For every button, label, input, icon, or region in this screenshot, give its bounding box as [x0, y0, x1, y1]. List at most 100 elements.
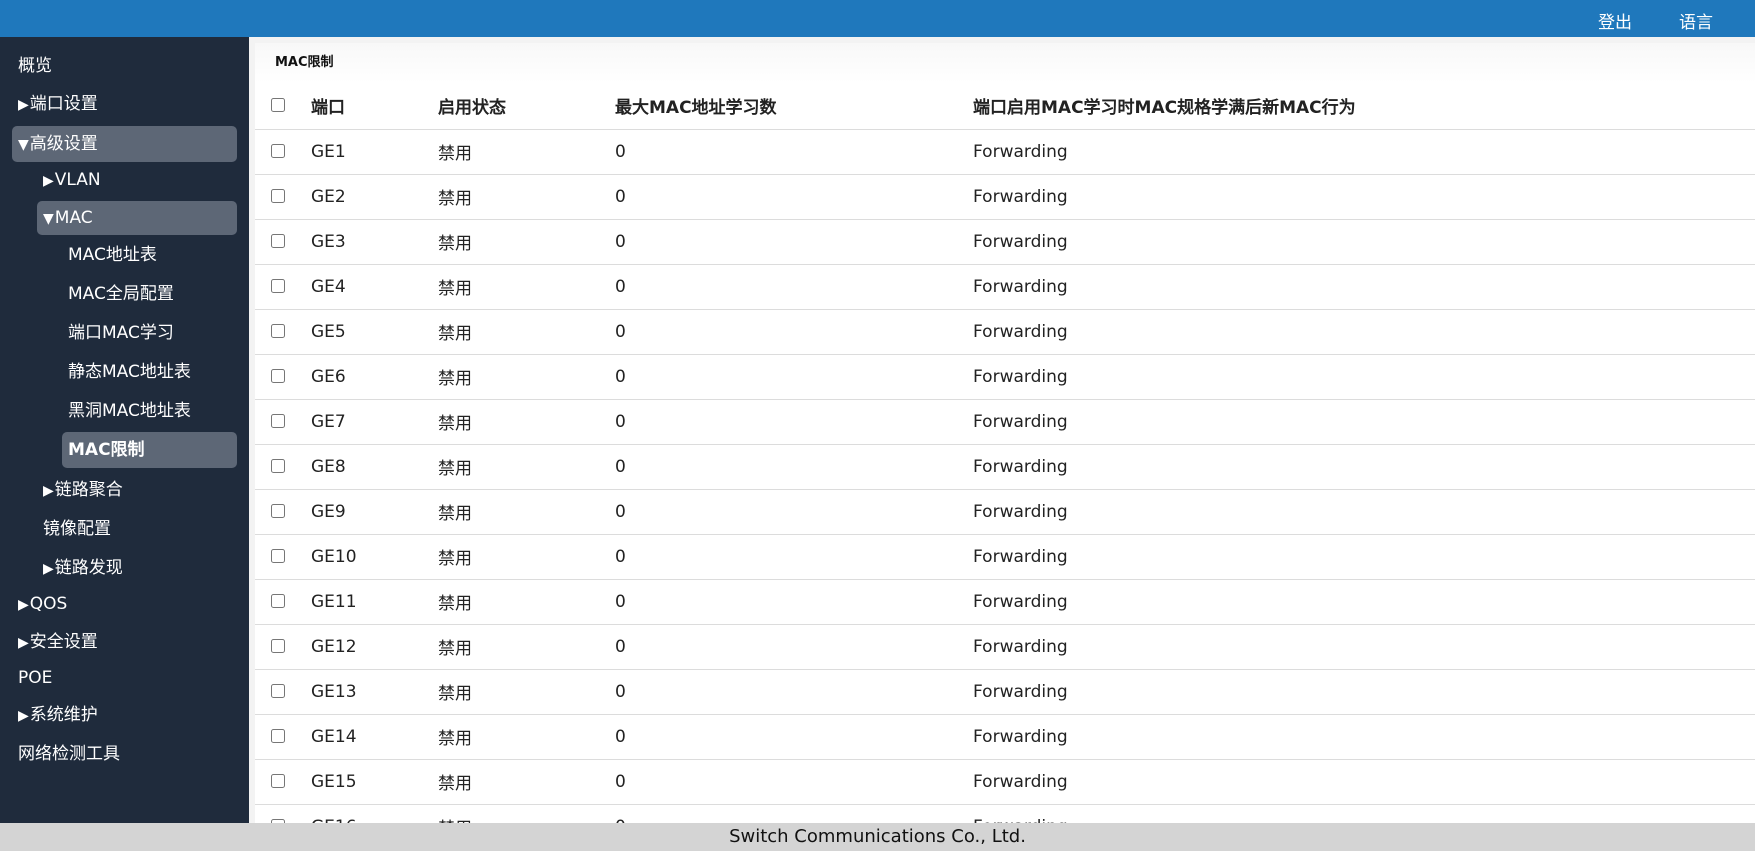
table-row[interactable]: GE9 禁用 0 Forwarding: [255, 489, 1755, 534]
cell-action: Forwarding: [973, 366, 1068, 387]
nav-overview[interactable]: 概览: [18, 48, 238, 84]
nav-network-tools[interactable]: 网络检测工具: [18, 736, 238, 772]
cell-port: GE2: [311, 186, 346, 207]
cell-action: Forwarding: [973, 231, 1068, 252]
row-checkbox[interactable]: [271, 413, 285, 428]
cell-max-mac: 0: [615, 321, 626, 342]
language-link[interactable]: 语言: [1679, 8, 1713, 33]
nav-security-settings[interactable]: ▶安全设置: [18, 624, 238, 660]
table-row[interactable]: GE10 禁用 0 Forwarding: [255, 534, 1755, 579]
cell-state: 禁用: [438, 594, 472, 614]
table-row[interactable]: GE4 禁用 0 Forwarding: [255, 264, 1755, 309]
nav-system-maintenance[interactable]: ▶系统维护: [18, 697, 238, 733]
cell-max-mac: 0: [615, 546, 626, 567]
table-row[interactable]: GE11 禁用 0 Forwarding: [255, 579, 1755, 624]
cell-port: GE10: [311, 546, 357, 567]
cell-port: GE9: [311, 501, 346, 522]
nav-static-mac-table[interactable]: 静态MAC地址表: [68, 354, 238, 390]
nav-system-maintenance-label: 系统维护: [29, 705, 98, 725]
table-row[interactable]: GE6 禁用 0 Forwarding: [255, 354, 1755, 399]
nav-vlan-label: VLAN: [54, 170, 101, 190]
nav-mac[interactable]: ▼MAC: [37, 201, 237, 235]
nav-mac-address-table[interactable]: MAC地址表: [68, 237, 238, 273]
table-row[interactable]: GE1 禁用 0 Forwarding: [255, 129, 1755, 174]
nav-link-aggregation-label: 链路聚合: [54, 480, 123, 500]
cell-port: GE7: [311, 411, 346, 432]
nav-poe-label: POE: [18, 668, 53, 688]
nav-advanced-settings[interactable]: ▼高级设置: [12, 126, 237, 162]
header-port[interactable]: 端口: [311, 83, 438, 129]
nav-mac-limit[interactable]: MAC限制: [62, 432, 237, 468]
table-row[interactable]: GE2 禁用 0 Forwarding: [255, 174, 1755, 219]
footer: Switch Communications Co., Ltd.: [0, 823, 1755, 851]
cell-port: GE1: [311, 141, 346, 162]
cell-action: Forwarding: [973, 804, 1755, 824]
cell-max-mac: 0: [615, 501, 626, 522]
nav-mac-label: MAC: [54, 208, 93, 228]
cell-port: GE14: [311, 726, 357, 747]
row-checkbox[interactable]: [271, 593, 285, 608]
nav-blackhole-mac-table[interactable]: 黑洞MAC地址表: [68, 393, 238, 429]
header-max-mac[interactable]: 最大MAC地址学习数: [615, 83, 973, 129]
header-action[interactable]: 端口启用MAC学习时MAC规格学满后新MAC行为: [973, 83, 1755, 129]
row-checkbox[interactable]: [271, 503, 285, 518]
row-checkbox[interactable]: [271, 683, 285, 698]
row-checkbox[interactable]: [271, 368, 285, 383]
mac-limit-table: 端口 启用状态 最大MAC地址学习数 端口启用MAC学习时MAC规格学满后新MA…: [255, 83, 1755, 823]
header-state[interactable]: 启用状态: [438, 83, 615, 129]
table-row[interactable]: GE15 禁用 0 Forwarding: [255, 759, 1755, 804]
table-row[interactable]: GE16禁用0Forwarding: [255, 804, 1755, 823]
nav-qos-label: QOS: [29, 594, 68, 614]
row-checkbox[interactable]: [271, 278, 285, 293]
cell-port: GE13: [311, 681, 357, 702]
cell-port: GE15: [311, 771, 357, 792]
nav-mirror-config[interactable]: 镜像配置: [43, 511, 238, 547]
row-checkbox[interactable]: [271, 143, 285, 158]
table-row[interactable]: GE3 禁用 0 Forwarding: [255, 219, 1755, 264]
row-checkbox[interactable]: [271, 323, 285, 338]
logout-link[interactable]: 登出: [1598, 8, 1632, 33]
cell-state: 禁用: [438, 189, 472, 209]
nav-mac-global-config-label: MAC全局配置: [68, 284, 174, 304]
select-all-checkbox[interactable]: [271, 97, 285, 112]
table-row[interactable]: GE8 禁用 0 Forwarding: [255, 444, 1755, 489]
cell-max-mac: 0: [615, 636, 626, 657]
cell-state: 禁用: [438, 684, 472, 704]
table-row[interactable]: GE13 禁用 0 Forwarding: [255, 669, 1755, 714]
cell-state: 禁用: [438, 279, 472, 299]
table-row[interactable]: GE12 禁用 0 Forwarding: [255, 624, 1755, 669]
row-checkbox[interactable]: [271, 458, 285, 473]
cell-state: 禁用: [438, 324, 472, 344]
table-row[interactable]: GE14 禁用 0 Forwarding: [255, 714, 1755, 759]
row-checkbox[interactable]: [271, 233, 285, 248]
row-checkbox[interactable]: [271, 773, 285, 788]
row-checkbox[interactable]: [271, 188, 285, 203]
nav-poe[interactable]: POE: [18, 660, 238, 696]
nav-port-mac-learning[interactable]: 端口MAC学习: [68, 315, 238, 351]
collapse-arrow-icon: ▼: [43, 211, 54, 227]
nav-qos[interactable]: ▶QOS: [18, 586, 238, 622]
nav-port-settings[interactable]: ▶端口设置: [18, 86, 238, 122]
nav-static-mac-table-label: 静态MAC地址表: [68, 362, 191, 382]
nav-link-aggregation[interactable]: ▶链路聚合: [43, 472, 238, 508]
nav-vlan[interactable]: ▶VLAN: [43, 162, 238, 198]
row-checkbox[interactable]: [271, 728, 285, 743]
nav-port-settings-label: 端口设置: [29, 94, 98, 114]
expand-arrow-icon: ▶: [43, 173, 54, 189]
table-row[interactable]: GE7 禁用 0 Forwarding: [255, 399, 1755, 444]
row-checkbox[interactable]: [271, 548, 285, 563]
row-checkbox-cell: [255, 669, 311, 714]
nav-link-discovery[interactable]: ▶链路发现: [43, 550, 238, 586]
cell-action: Forwarding: [973, 276, 1068, 297]
cell-action: Forwarding: [973, 591, 1068, 612]
row-checkbox-cell: [255, 129, 311, 174]
cell-action: Forwarding: [973, 411, 1068, 432]
cell-action: Forwarding: [973, 141, 1068, 162]
cell-state: 禁用: [438, 504, 472, 524]
cell-max-mac: 0: [615, 771, 626, 792]
table-row[interactable]: GE5 禁用 0 Forwarding: [255, 309, 1755, 354]
nav-mac-global-config[interactable]: MAC全局配置: [68, 276, 238, 312]
cell-port: GE16: [311, 804, 438, 824]
nav-overview-label: 概览: [18, 56, 52, 76]
row-checkbox[interactable]: [271, 638, 285, 653]
